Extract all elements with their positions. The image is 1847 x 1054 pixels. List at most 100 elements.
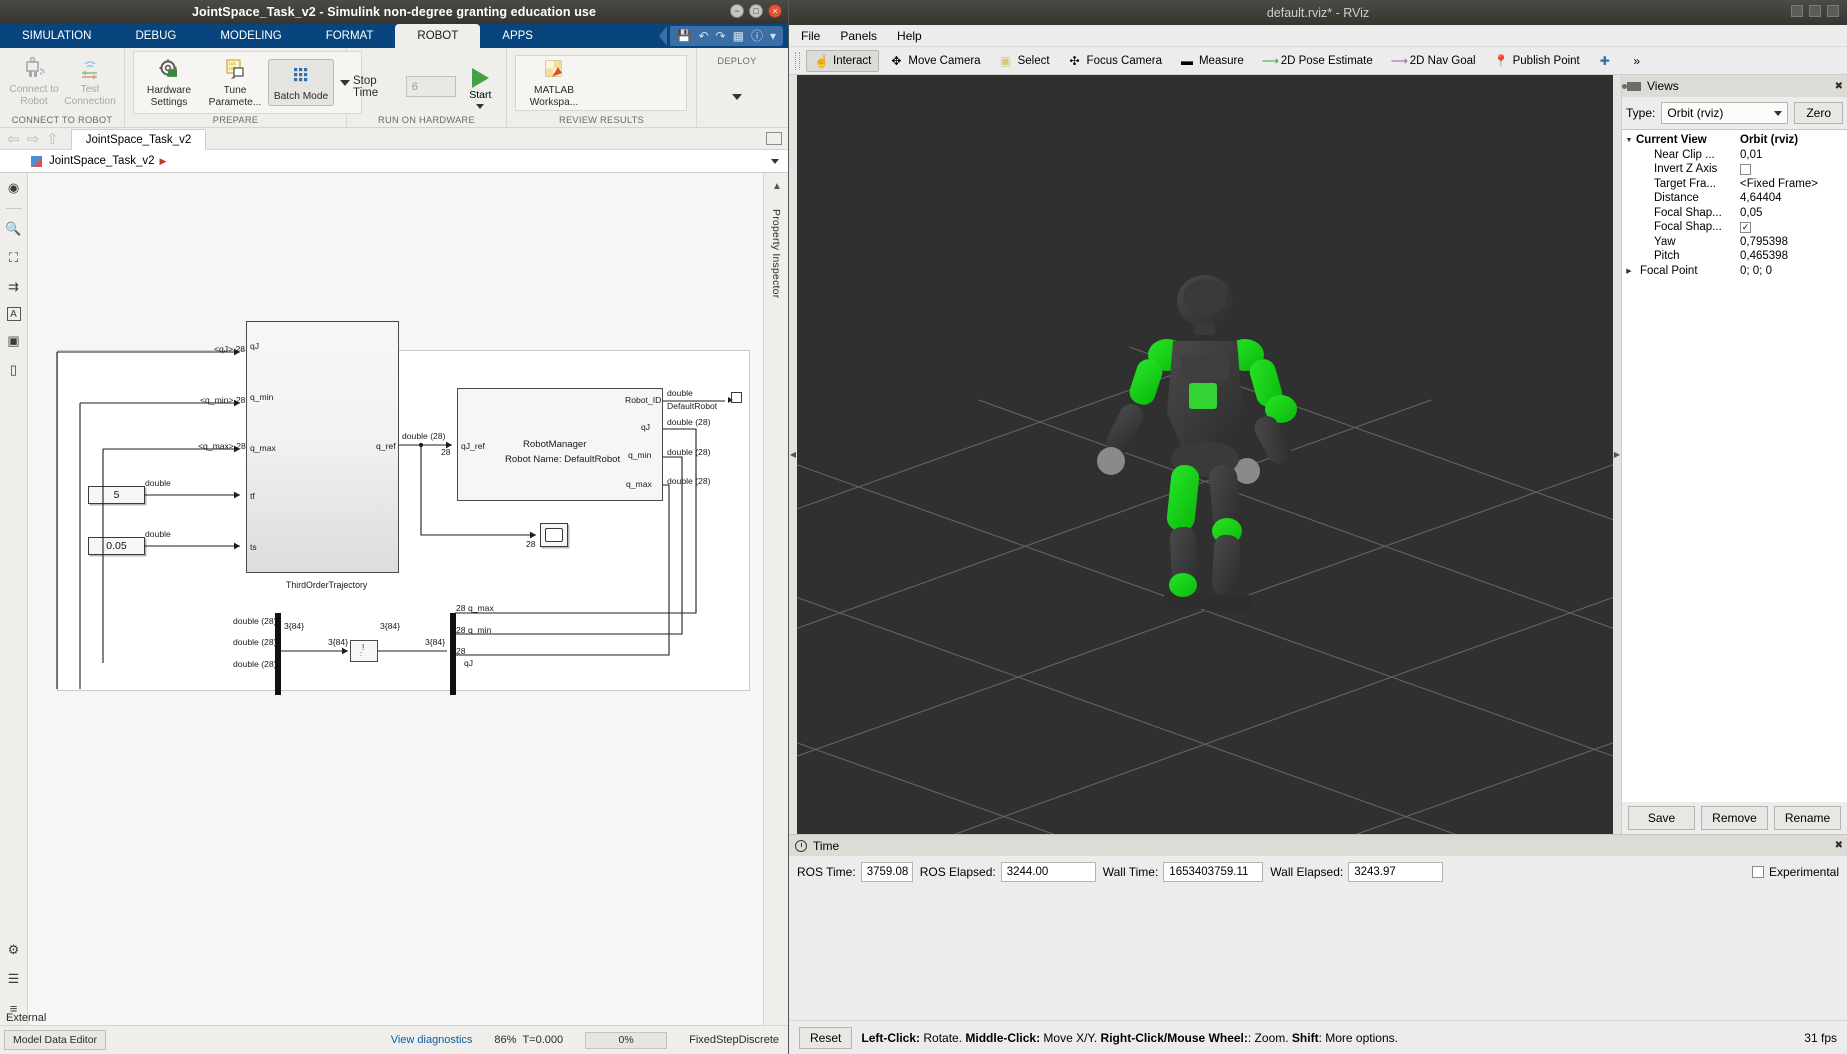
right-panel-collapser[interactable]: ▶ [1613,75,1621,834]
constant-block-ts[interactable]: 0.05 [88,537,145,555]
annotation-icon[interactable]: A [6,307,21,321]
deploy-caret-icon[interactable] [732,94,742,100]
minimize-button[interactable]: − [730,4,744,18]
robot-id-outport-block[interactable] [731,392,742,403]
tool-publish-point[interactable]: 📍 Publish Point [1486,50,1588,72]
tool-2d-pose-estimate[interactable]: ⟶ 2D Pose Estimate [1254,50,1381,72]
tab-debug[interactable]: DEBUG [113,24,198,48]
simulink-canvas[interactable]: ThirdOrderTrajectory qJ q_min q_max tf t… [28,173,763,1025]
tool-interact[interactable]: ☝ Interact [806,49,880,72]
toolbar-grip[interactable] [795,51,800,70]
hardware-settings-button[interactable]: Hardware Settings [136,54,202,111]
tool-overflow[interactable]: » [1622,50,1652,72]
experimental-toggle[interactable]: Experimental [1751,865,1839,879]
tab-modeling[interactable]: MODELING [198,24,303,48]
signal-routing-icon[interactable]: ⇉ [5,278,23,296]
breadcrumb-dropdown-caret-icon[interactable] [771,158,779,164]
invert-z-checkbox[interactable] [1740,163,1751,175]
tool-add[interactable]: ✚ [1590,50,1620,72]
start-button[interactable]: Start [463,64,498,109]
tab-robot[interactable]: ROBOT [395,24,481,48]
rename-view-button[interactable]: Rename [1774,806,1841,830]
views-panel-close-icon[interactable]: ✖ [1835,81,1843,92]
experimental-checkbox[interactable] [1751,866,1764,878]
tree-row-distance[interactable]: Distance 4,64404 [1622,191,1847,206]
tree-row-focal-point[interactable]: ▶ Focal Point 0; 0; 0 [1622,264,1847,279]
tool-select[interactable]: ▣ Select [991,50,1058,72]
rviz-maximize-button[interactable] [1809,5,1821,17]
undo-icon[interactable]: ↶ [698,30,708,42]
focal-shape-fixed-checkbox[interactable]: ✓ [1740,221,1751,233]
image-icon[interactable]: ▣ [5,332,23,350]
tree-row-current-view[interactable]: ▼ Current View Orbit (rviz) [1622,133,1847,148]
tree-row-pitch[interactable]: Pitch 0,465398 [1622,249,1847,264]
tree-row-focal-shape-size[interactable]: Focal Shap... 0,05 [1622,206,1847,221]
connect-to-robot-button[interactable]: Connect to Robot [6,53,62,110]
canvas-grid-toggle-icon[interactable] [766,132,782,145]
help-icon[interactable]: ⓘ [751,30,763,42]
ros-time-value[interactable]: 3759.08 [860,862,913,882]
tune-parameters-button[interactable]: 101 100 Tune Paramete... [202,54,268,111]
rviz-minimize-button[interactable] [1791,5,1803,17]
tree-row-target-frame[interactable]: Target Fra... <Fixed Frame> [1622,177,1847,192]
property-inspector-collapse-icon[interactable]: ▲ [772,181,782,192]
twisty-right-icon[interactable]: ▶ [1622,267,1636,275]
menu-help[interactable]: Help [897,29,922,43]
ros-elapsed-value[interactable]: 3244.00 [1000,862,1096,882]
tab-simulation[interactable]: SIMULATION [0,24,113,48]
model-advisor-icon[interactable]: ⚙ [5,941,23,959]
more-icon[interactable]: ▾ [770,30,776,42]
maximize-button[interactable]: □ [749,4,763,18]
wall-time-value[interactable]: 1653403759.11 [1163,862,1264,882]
tree-row-focal-shape-fixed[interactable]: Focal Shap... ✓ [1622,220,1847,235]
save-view-button[interactable]: Save [1628,806,1695,830]
time-panel-close-icon[interactable]: ✖ [1835,840,1843,851]
wall-elapsed-value[interactable]: 3243.97 [1348,862,1444,882]
zoom-in-icon[interactable]: 🔍 [5,220,23,238]
zero-button[interactable]: Zero [1794,102,1843,124]
menu-file[interactable]: File [801,29,820,43]
tool-2d-nav-goal[interactable]: ⟶ 2D Nav Goal [1383,50,1484,72]
tool-measure[interactable]: ▬ Measure [1172,50,1252,72]
matlab-workspace-button[interactable]: MATLAB Workspa... [518,54,590,111]
tree-row-yaw[interactable]: Yaw 0,795398 [1622,235,1847,250]
constant-block-tf[interactable]: 5 [88,486,145,504]
fit-to-view-icon[interactable]: ⛶ [5,249,23,267]
test-connection-button[interactable]: Test Connection [62,53,118,110]
tab-format[interactable]: FORMAT [304,24,396,48]
view-properties-tree[interactable]: ▼ Current View Orbit (rviz) Near Clip ..… [1622,129,1847,802]
start-dropdown-caret-icon[interactable] [476,104,485,109]
tool-move-camera[interactable]: ✥ Move Camera [881,50,988,72]
model-file-tab[interactable]: JointSpace_Task_v2 [70,128,207,150]
reset-button[interactable]: Reset [799,1026,853,1049]
nav-back-icon[interactable]: ⇦ [7,130,20,148]
nav-up-icon[interactable]: ⇧ [46,130,59,148]
tot-output-port-qref: q_ref [376,441,396,451]
close-button[interactable]: × [768,4,782,18]
rviz-close-button[interactable] [1827,5,1839,17]
property-inspector-strip[interactable]: ▲ Property Inspector [763,173,788,1025]
menu-panels[interactable]: Panels [840,29,877,43]
tab-apps[interactable]: APPS [480,24,555,48]
library-icon[interactable]: ☰ [5,970,23,988]
stop-time-input[interactable]: 6 [405,76,456,97]
tree-row-invert-z[interactable]: Invert Z Axis [1622,162,1847,177]
model-data-editor-button[interactable]: Model Data Editor [4,1030,107,1050]
redo-icon[interactable]: ↷ [716,30,726,42]
navigate-back-icon[interactable]: ◉ [5,179,23,197]
area-icon[interactable]: ▯ [5,361,23,379]
batch-mode-button[interactable]: Batch Mode [268,58,334,107]
nav-forward-icon[interactable]: ⇨ [27,130,40,148]
view-type-select[interactable]: Orbit (rviz) [1661,102,1789,124]
3d-render-view[interactable] [797,75,1613,1054]
remove-view-button[interactable]: Remove [1701,806,1768,830]
left-panel-collapser[interactable]: ◀ [789,75,797,834]
tree-row-near-clip[interactable]: Near Clip ... 0,01 [1622,148,1847,163]
layout-icon[interactable]: ▦ [733,30,744,42]
view-diagnostics-link[interactable]: View diagnostics [391,1034,473,1046]
tool-focus-camera[interactable]: ✣ Focus Camera [1060,50,1170,72]
breadcrumb-model-name[interactable]: JointSpace_Task_v2 [49,155,154,167]
scope-block[interactable] [540,523,568,547]
twisty-down-icon[interactable]: ▼ [1622,137,1636,144]
save-icon[interactable]: 💾 [677,30,692,42]
